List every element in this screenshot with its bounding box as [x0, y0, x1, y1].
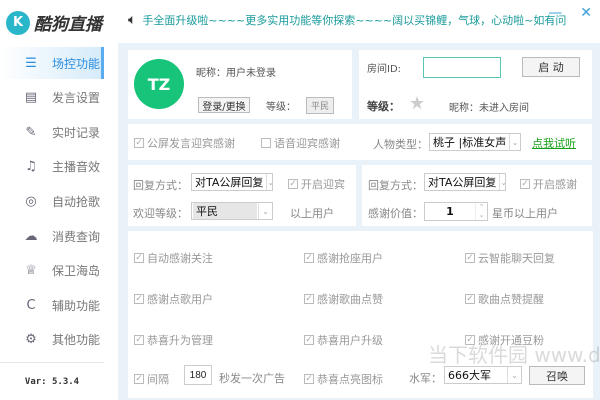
- level-badge: 平民: [306, 97, 335, 114]
- ad-suffix: 秒发一次广告: [219, 372, 285, 385]
- star-icon: ★: [409, 93, 426, 114]
- sidebar-item-2[interactable]: ✎ 实时记录: [0, 116, 104, 148]
- sidebar-item-label: 实时记录: [52, 125, 101, 140]
- title-bar: K 酷狗直播 🔈︎ 手全面升级啦~~~~更多实用功能等你探索~~~~阔以买锦鲤，…: [0, 0, 600, 43]
- options-panel: ✓间隔 秒发一次广告 ✓恭喜点亮图标 水军： 666大军⌄ 召唤 当下软件园 w…: [128, 231, 600, 398]
- sidebar-item-label: 自动抢歌: [52, 194, 101, 209]
- room-id-input[interactable]: [423, 57, 501, 78]
- sidebar-item-0[interactable]: ☰ 场控功能: [0, 47, 104, 79]
- army-label: 水军：: [409, 372, 442, 385]
- thanks-panel: 回复方式： 对TA公屏回复 ⌄ ✓ 开启感谢 感谢价值： 1 ⌃ ⌄ 星币以上用户: [362, 165, 592, 226]
- option-checkbox[interactable]: ✓ 恭喜升为管理: [134, 332, 213, 348]
- army-select[interactable]: 666大军 ⌄: [444, 366, 522, 384]
- enable-welcome-checkbox[interactable]: ✓ 开启迎宾: [288, 176, 345, 192]
- ad-interval-input[interactable]: [184, 365, 212, 385]
- location-icon: ◎: [25, 193, 37, 209]
- sidebar-item-7[interactable]: C 辅助功能: [0, 289, 104, 321]
- option-checkbox[interactable]: ✓ 感谢开通豆粉: [465, 332, 544, 348]
- gear-icon: ⚙: [25, 332, 37, 348]
- thanks-value-stepper[interactable]: 1 ⌃ ⌄: [424, 202, 488, 221]
- minimize-button[interactable]: —: [548, 5, 562, 21]
- option-checkbox[interactable]: ✓ 感谢歌曲点赞: [304, 291, 383, 307]
- option-checkbox[interactable]: ✓ 云智能聊天回复: [465, 250, 555, 266]
- room-panel: 房间ID: 启 动 等级： ★ 昵称：未进入房间: [359, 50, 592, 119]
- role-label: 人物类型：: [373, 138, 428, 151]
- welcome-level-label: 欢迎等级：: [133, 207, 188, 220]
- close-button[interactable]: ✕: [580, 5, 592, 21]
- celebrate-icon-checkbox[interactable]: ✓ 恭喜点亮图标: [304, 371, 383, 387]
- cloud-upload-icon: ☁: [24, 228, 38, 244]
- sidebar-item-4[interactable]: ◎ 自动抢歌: [0, 185, 104, 217]
- option-checkbox[interactable]: ✓ 感谢点歌用户: [134, 291, 213, 307]
- room-level-label: 等级：: [367, 100, 400, 113]
- app-title: 酷狗直播: [34, 15, 102, 35]
- announcement-text: 手全面升级啦~~~~更多实用功能等你探索~~~~阔以买锦鲤，气球，心动啦~如有问: [142, 14, 567, 27]
- try-listen-link[interactable]: 点我试听: [532, 135, 576, 151]
- sidebar-item-label: 其他功能: [52, 333, 101, 348]
- sidebar-item-label: 场控功能: [52, 56, 101, 71]
- welcome-reply-select[interactable]: 对TA公屏回复 ⌄: [191, 173, 274, 191]
- divider: [0, 362, 104, 363]
- voice-welcome-checkbox[interactable]: 语音迎宾感谢: [261, 135, 340, 151]
- public-welcome-checkbox[interactable]: ✓ 公屏发言迎宾感谢: [134, 135, 235, 151]
- summon-button[interactable]: 召唤: [529, 366, 585, 385]
- avatar: TZ: [134, 59, 184, 109]
- sidebar-item-3[interactable]: ♫ 主播音效: [0, 151, 104, 183]
- music-icon: ♫: [25, 159, 37, 175]
- thanks-reply-select[interactable]: 对TA公屏回复 ⌄: [424, 173, 507, 191]
- thanks-value-label: 感谢价值：: [368, 207, 423, 220]
- user-panel: TZ 昵称：用户未登录 登录/更换 等级： 平民: [128, 50, 352, 119]
- option-checkbox[interactable]: ✓ 恭喜用户升级: [304, 332, 383, 348]
- login-button[interactable]: 登录/更换: [198, 97, 250, 113]
- sidebar-item-label: 辅助功能: [52, 298, 101, 313]
- sidebar-item-label: 保卫海岛: [52, 264, 101, 279]
- option-checkbox[interactable]: ✓ 感谢抢座用户: [304, 250, 383, 266]
- option-checkbox[interactable]: ✓ 自动感谢关注: [134, 250, 213, 266]
- enable-thanks-checkbox[interactable]: ✓ 开启感谢: [520, 176, 577, 192]
- level-label: 等级：: [266, 102, 296, 113]
- thanks-suffix: 星币以上用户: [492, 207, 558, 220]
- sidebar-item-8[interactable]: ⚙ 其他功能: [0, 324, 104, 356]
- edit-icon: ✎: [25, 124, 37, 140]
- welcome-level-select[interactable]: 平民 ⌄: [191, 202, 273, 220]
- sidebar-item-label: 消费查询: [52, 229, 101, 244]
- list-icon: ☰: [25, 55, 37, 71]
- sidebar-item-1[interactable]: ▤ 发言设置: [0, 82, 104, 114]
- refresh-icon: C: [26, 297, 36, 313]
- app-logo: K 酷狗直播: [6, 10, 102, 35]
- sidebar-item-label: 发言设置: [52, 91, 101, 106]
- start-button[interactable]: 启 动: [522, 57, 580, 77]
- version-label: Var: 5.3.4: [24, 377, 80, 387]
- sidebar: ☰ 场控功能 ▤ 发言设置 ✎ 实时记录 ♫ 主播音效 ◎ 自动抢歌 ☁ 消费查询 ♕ 保卫海岛 C 辅助功能…: [0, 43, 118, 400]
- announcement-bar: 🔈︎ 手全面升级啦~~~~更多实用功能等你探索~~~~阔以买锦鲤，气球，心动啦~…: [128, 12, 566, 28]
- kugou-logo-icon: K: [6, 10, 30, 35]
- thanks-reply-label: 回复方式：: [368, 179, 423, 192]
- room-id-label: 房间ID:: [367, 64, 402, 75]
- option-checkbox[interactable]: ✓ 歌曲点赞提醒: [465, 291, 544, 307]
- welcome-suffix: 以上用户: [290, 207, 334, 220]
- role-select[interactable]: 桃子 |标准女声 ⌄: [429, 133, 521, 151]
- ad-interval-checkbox[interactable]: ✓ 间隔: [134, 371, 169, 387]
- crown-icon: ♕: [25, 263, 37, 279]
- room-nickname-label: 昵称：未进入房间: [449, 103, 529, 114]
- sidebar-item-label: 主播音效: [52, 160, 101, 175]
- sidebar-item-6[interactable]: ♕ 保卫海岛: [0, 255, 104, 287]
- welcome-panel: 回复方式： 对TA公屏回复 ⌄ ✓ 开启迎宾 欢迎等级： 平民 ⌄ 以上用户: [128, 165, 356, 226]
- voice-panel: ✓ 公屏发言迎宾感谢 语音迎宾感谢 人物类型： 桃子 |标准女声 ⌄ 点我试听: [128, 124, 592, 160]
- reply-mode-label: 回复方式：: [133, 179, 188, 192]
- nickname-label: 昵称：用户未登录: [196, 68, 276, 79]
- sidebar-item-5[interactable]: ☁ 消费查询: [0, 220, 104, 252]
- document-icon: ▤: [24, 90, 38, 106]
- speaker-icon: 🔈︎: [128, 12, 137, 28]
